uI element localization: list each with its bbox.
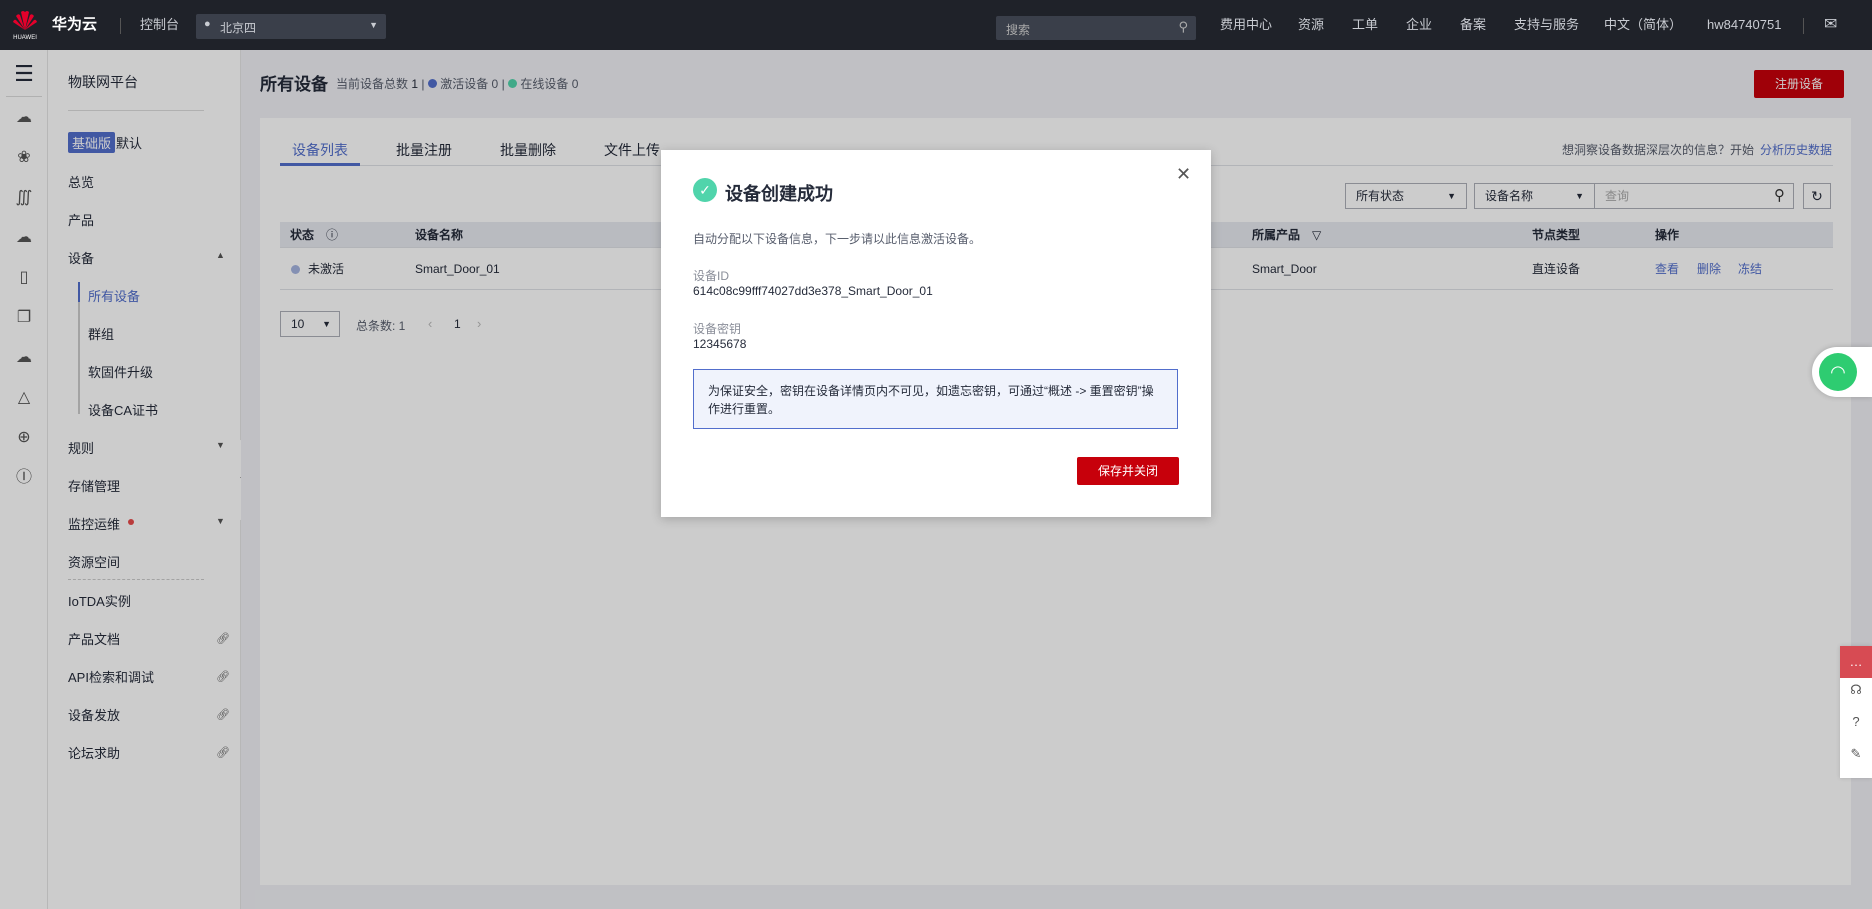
nav-language[interactable]: 中文（简体） xyxy=(1604,0,1682,50)
close-icon[interactable]: ✕ xyxy=(1176,164,1191,185)
save-and-close-button[interactable]: 保存并关闭 xyxy=(1077,457,1179,485)
device-secret-label: 设备密钥 xyxy=(693,322,742,336)
nav-support[interactable]: 支持与服务 xyxy=(1514,0,1579,50)
logo-text: HUAWEI xyxy=(13,35,37,41)
brand-name[interactable]: 华为云 xyxy=(52,0,97,50)
mail-icon[interactable]: ✉ xyxy=(1824,0,1837,50)
nav-billing[interactable]: 费用中心 xyxy=(1220,0,1272,50)
search-placeholder: 搜索 xyxy=(1006,23,1031,37)
customer-service-icon[interactable]: ☊ xyxy=(1840,682,1872,698)
chevron-down-icon: ▼ xyxy=(369,20,378,30)
region-value: 北京四 xyxy=(220,21,257,35)
feedback-icon[interactable]: ✎ xyxy=(1840,746,1872,762)
device-id-label: 设备ID xyxy=(693,269,730,283)
console-link[interactable]: 控制台 xyxy=(140,0,179,50)
device-id-value: 614c08c99fff74027dd3e378_Smart_Door_01 xyxy=(693,284,933,298)
security-notice: 为保证安全，密钥在设备详情页内不可见，如遗忘密钥，可通过“概述 -> 重置密钥”… xyxy=(693,369,1178,429)
region-select[interactable]: ● 北京四 ▼ xyxy=(196,14,386,39)
nav-tickets[interactable]: 工单 xyxy=(1352,0,1378,50)
nav-enterprise[interactable]: 企业 xyxy=(1406,0,1432,50)
nav-resources[interactable]: 资源 xyxy=(1298,0,1324,50)
success-check-icon: ✓ xyxy=(693,178,717,202)
dialog-title: 设备创建成功 xyxy=(725,184,833,204)
nav-user[interactable]: hw84740751 xyxy=(1707,0,1781,50)
help-icon[interactable]: ? xyxy=(1840,714,1872,729)
huawei-logo[interactable]: HUAWEI xyxy=(10,8,40,44)
floating-toolbar: … ☊ ? ✎ xyxy=(1840,646,1872,778)
search-icon[interactable]: ⚲ xyxy=(1178,19,1188,35)
device-secret-value: 12345678 xyxy=(693,337,747,351)
network-widget[interactable]: ◠ xyxy=(1812,347,1872,397)
nav-icp[interactable]: 备案 xyxy=(1460,0,1486,50)
location-pin-icon: ● xyxy=(204,18,211,30)
wifi-icon: ◠ xyxy=(1819,353,1857,391)
top-bar: HUAWEI 华为云 控制台 ● 北京四 ▼ 搜索 ⚲ 费用中心 资源 工单 企… xyxy=(0,0,1872,50)
chat-icon[interactable]: … xyxy=(1840,646,1872,678)
dialog-description: 自动分配以下设备信息，下一步请以此信息激活设备。 xyxy=(693,232,982,246)
global-search-input[interactable]: 搜索 ⚲ xyxy=(996,16,1196,40)
device-created-dialog: ✓ 设备创建成功 ✕ 自动分配以下设备信息，下一步请以此信息激活设备。 设备ID… xyxy=(661,150,1211,517)
